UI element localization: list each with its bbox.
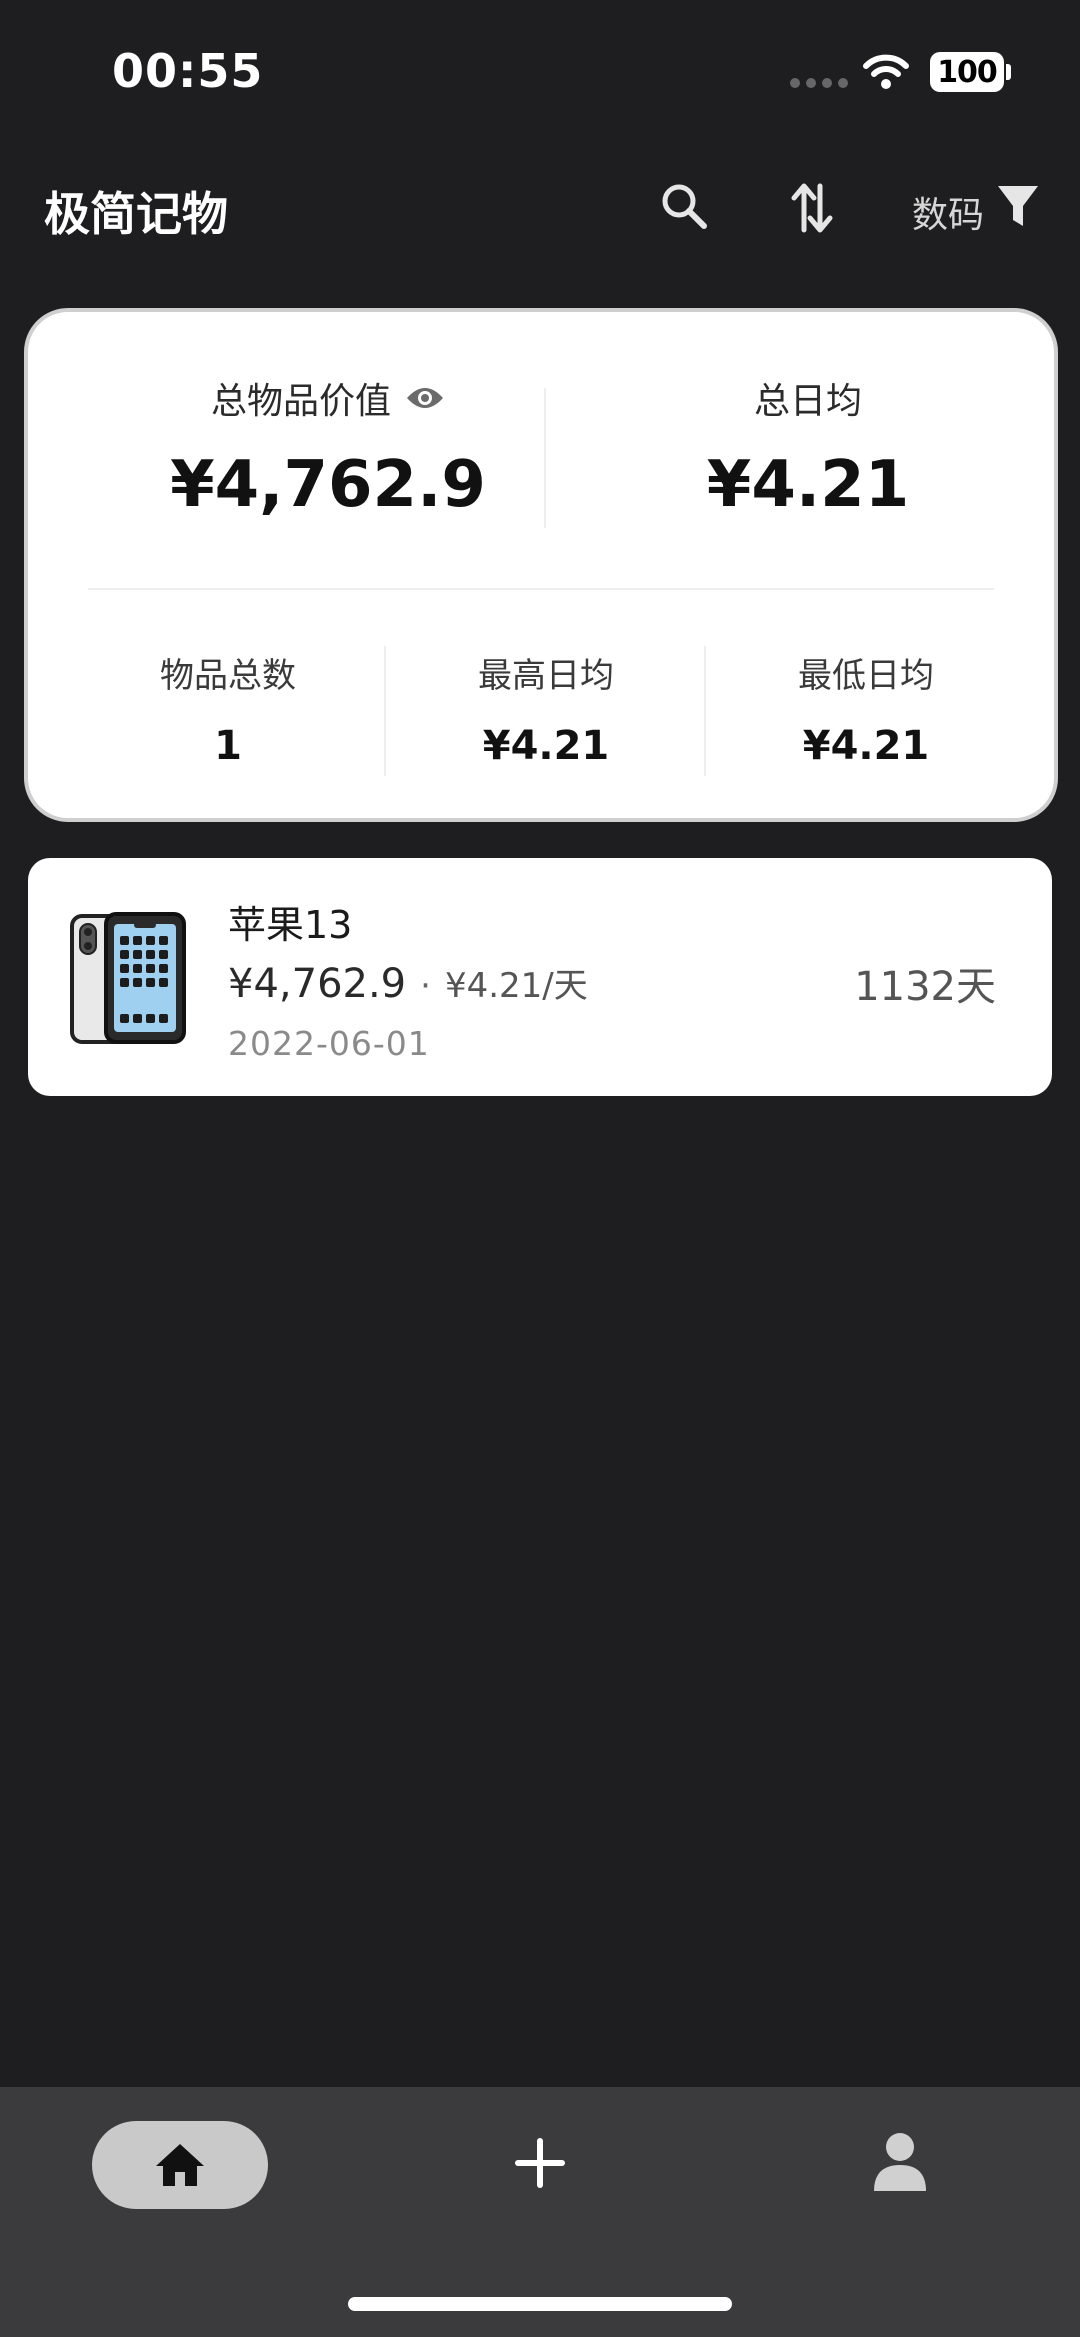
divider	[88, 588, 994, 590]
total-daily-section: 总日均 ¥4.21	[568, 372, 1048, 522]
item-days: 1132天	[854, 964, 996, 1010]
divider	[544, 388, 546, 528]
sort-icon[interactable]	[790, 180, 834, 236]
item-price: ¥4,762.9	[228, 961, 407, 1007]
person-icon[interactable]	[870, 2129, 930, 2193]
stat-label: 物品总数	[160, 656, 296, 696]
item-daily-cost: ¥4.21/天	[444, 966, 588, 1006]
status-time: 00:55	[112, 44, 264, 98]
item-date: 2022-06-01	[228, 1024, 430, 1063]
total-value-label: 总物品价值	[210, 381, 391, 422]
home-icon	[156, 2144, 204, 2186]
stat-min-daily: 最低日均 ¥4.21	[706, 648, 1026, 769]
total-value: ¥4,762.9	[170, 448, 486, 522]
screen: 00:55 100 极简记物 数码 总物品价值 ¥4,762.9 总日均 ¥4.…	[0, 0, 1080, 2337]
eye-icon[interactable]	[405, 384, 445, 412]
list-item[interactable]: 苹果13 ¥4,762.9 · ¥4.21/天 2022-06-01 1132天	[28, 858, 1052, 1096]
filter-icon[interactable]	[996, 184, 1040, 230]
tab-home[interactable]	[92, 2121, 268, 2209]
stat-value: ¥4.21	[802, 723, 930, 769]
wifi-icon	[863, 54, 909, 89]
total-value-label-row: 总物品价值	[108, 372, 548, 424]
stat-value: ¥4.21	[482, 723, 610, 769]
filter-category-label[interactable]: 数码	[912, 186, 984, 238]
stat-label: 最高日均	[478, 656, 614, 696]
home-indicator[interactable]	[348, 2297, 732, 2311]
signal-icon	[790, 78, 848, 88]
battery-icon: 100	[930, 52, 1004, 92]
item-price-row: ¥4,762.9 · ¥4.21/天	[228, 958, 588, 1007]
app-title: 极简记物	[44, 187, 228, 241]
summary-card: 总物品价值 ¥4,762.9 总日均 ¥4.21 物品总数 1 最高日均 ¥4.…	[24, 308, 1058, 822]
total-daily-value: ¥4.21	[706, 448, 910, 522]
item-name: 苹果13	[228, 903, 353, 947]
search-icon[interactable]	[658, 180, 710, 232]
plus-icon[interactable]	[508, 2131, 572, 2195]
total-daily-label: 总日均	[753, 381, 862, 422]
total-value-section: 总物品价值 ¥4,762.9	[108, 372, 548, 522]
stat-value: 1	[214, 723, 242, 769]
stat-item-count: 物品总数 1	[68, 648, 388, 769]
stat-label: 最低日均	[798, 656, 934, 696]
item-separator: ·	[420, 966, 431, 1006]
iphone-icon	[70, 912, 186, 1044]
stat-max-daily: 最高日均 ¥4.21	[386, 648, 706, 769]
battery-nub	[1006, 64, 1011, 80]
